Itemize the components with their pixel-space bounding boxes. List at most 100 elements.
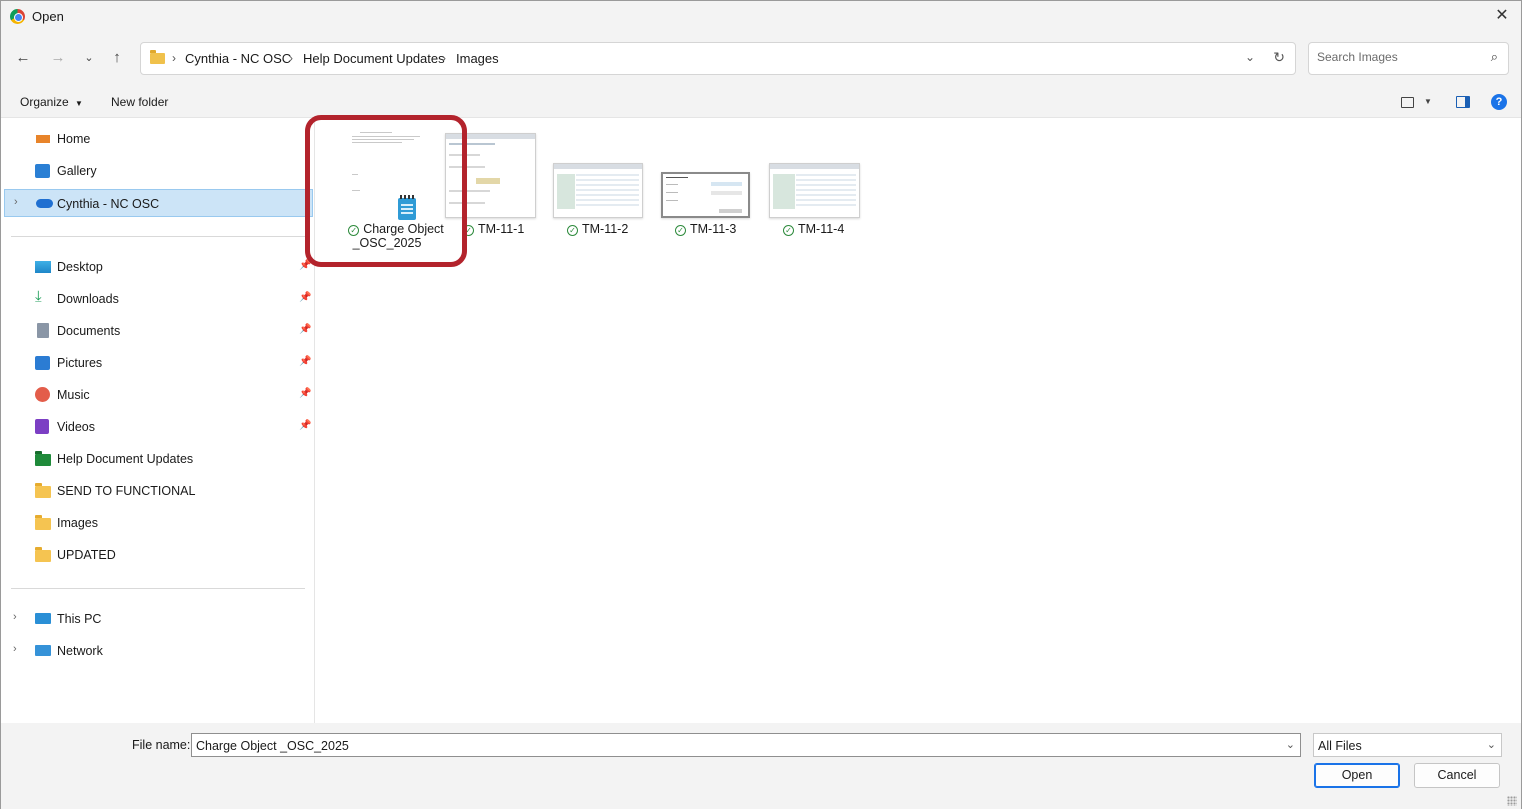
folder-icon (35, 547, 51, 562)
file-name-label: ✓ TM-11-4 (783, 222, 923, 236)
folder-icon (35, 515, 51, 530)
this-pc-icon (35, 613, 51, 624)
sync-status-icon: ✓ (783, 225, 794, 236)
sidebar-item-label: Documents (57, 324, 121, 338)
sidebar-item-pictures[interactable]: Pictures 📌 (1, 349, 315, 377)
resize-grip[interactable] (1507, 796, 1517, 806)
folder-icon (35, 483, 51, 498)
close-button[interactable]: ✕ (1491, 5, 1513, 27)
sidebar-item-label: Network (57, 644, 103, 658)
file-name-value: Charge Object _OSC_2025 (196, 739, 349, 753)
sidebar-item-help-document-updates[interactable]: Help Document Updates (1, 445, 315, 473)
sidebar-item-network[interactable]: › Network (1, 637, 315, 665)
sidebar-item-downloads[interactable]: ⤓ Downloads 📌 (1, 285, 315, 313)
chevron-right-icon[interactable]: › (13, 611, 17, 623)
search-input[interactable] (1317, 50, 1477, 64)
address-bar[interactable]: › Cynthia - NC OSC › Help Document Updat… (140, 42, 1296, 75)
chevron-right-icon: › (172, 51, 176, 65)
footer-bar: File name: Charge Object _OSC_2025 ⌄ All… (1, 723, 1521, 809)
sidebar-item-label: Help Document Updates (57, 452, 194, 466)
sidebar-item-send-to-functional[interactable]: SEND TO FUNCTIONAL (1, 477, 315, 505)
chevron-down-icon: ⌄ (84, 52, 94, 64)
sidebar-item-gallery[interactable]: Gallery (1, 157, 315, 185)
sidebar-item-label: Pictures (57, 356, 103, 370)
view-options-icon[interactable] (1401, 97, 1414, 108)
chevron-down-icon[interactable]: ⌄ (1286, 738, 1295, 751)
recent-locations-button[interactable]: ⌄ (78, 47, 100, 69)
chevron-down-icon: ⌄ (1486, 739, 1496, 751)
pin-icon[interactable]: 📌 (299, 292, 311, 303)
sidebar-item-images[interactable]: Images (1, 509, 315, 537)
dialog-title: Open (32, 9, 64, 24)
sidebar-divider (11, 588, 305, 589)
sidebar-item-music[interactable]: Music 📌 (1, 381, 315, 409)
folder-icon (150, 50, 165, 64)
refresh-icon[interactable]: ↻ (1273, 49, 1285, 66)
sync-status-icon: ✓ (675, 225, 686, 236)
file-item-tm-11-4[interactable]: ✓ TM-11-4 (768, 118, 868, 258)
sidebar-item-this-pc[interactable]: › This PC (1, 605, 315, 633)
network-icon (35, 645, 51, 656)
arrow-up-icon: ↑ (113, 49, 121, 66)
pin-icon[interactable]: 📌 (299, 356, 311, 367)
sidebar-item-label: Downloads (57, 292, 119, 306)
file-type-select[interactable]: All Files ⌄ (1313, 733, 1502, 757)
open-file-dialog: Open ✕ ← → ⌄ ↑ › Cynthia - NC OSC › Help… (0, 0, 1522, 809)
chevron-right-icon[interactable]: › (14, 196, 18, 208)
sidebar-item-videos[interactable]: Videos 📌 (1, 413, 315, 441)
breadcrumb-images[interactable]: Images (456, 51, 499, 66)
sidebar-item-label: Desktop (57, 260, 103, 274)
sidebar-item-label: Music (57, 388, 90, 402)
music-icon (35, 387, 50, 402)
sidebar-item-updated[interactable]: UPDATED (1, 541, 315, 569)
forward-button[interactable]: → (47, 47, 69, 69)
breadcrumb-help-document-updates[interactable]: Help Document Updates (303, 51, 445, 66)
downloads-icon: ⤓ (35, 288, 42, 305)
command-bar: Organize ▼ New folder ▼ ? (1, 87, 1521, 118)
chrome-icon (10, 9, 25, 24)
sidebar-item-home[interactable]: Home (1, 125, 315, 153)
search-icon[interactable]: ⌕ (1491, 49, 1498, 65)
pictures-icon (35, 356, 50, 370)
gallery-icon (35, 164, 50, 178)
breadcrumb-cynthia[interactable]: Cynthia - NC OSC (185, 51, 291, 66)
folder-green-icon (35, 451, 51, 466)
up-button[interactable]: ↑ (106, 47, 128, 69)
new-folder-button[interactable]: New folder (111, 95, 168, 109)
view-dropdown-icon[interactable]: ▼ (1424, 97, 1432, 106)
desktop-icon (35, 261, 51, 273)
videos-icon (35, 419, 49, 434)
file-list: ✓ Charge Object _OSC_2025 ✓ TM-11-1 ✓ TM… (316, 118, 1521, 723)
onedrive-cloud-icon (36, 199, 53, 208)
pin-icon[interactable]: 📌 (299, 420, 311, 431)
open-button[interactable]: Open (1314, 763, 1400, 788)
file-item-tm-11-2[interactable]: ✓ TM-11-2 (552, 118, 652, 258)
back-button[interactable]: ← (12, 47, 34, 69)
sidebar-item-desktop[interactable]: Desktop 📌 (1, 253, 315, 281)
cancel-button[interactable]: Cancel (1414, 763, 1500, 788)
organize-button[interactable]: Organize ▼ (20, 95, 83, 109)
chevron-right-icon[interactable]: › (13, 643, 17, 655)
preview-pane-icon[interactable] (1456, 96, 1470, 108)
navigation-bar: ← → ⌄ ↑ › Cynthia - NC OSC › Help Docume… (1, 31, 1521, 87)
pin-icon[interactable]: 📌 (299, 324, 311, 335)
help-icon[interactable]: ? (1491, 94, 1507, 110)
chevron-right-icon: › (442, 51, 446, 65)
search-box[interactable]: ⌕ (1308, 42, 1509, 75)
file-type-value: All Files (1318, 739, 1362, 753)
file-item-tm-11-3[interactable]: ✓ TM-11-3 (660, 118, 760, 258)
sidebar-item-documents[interactable]: Documents 📌 (1, 317, 315, 345)
sidebar-item-label: Gallery (57, 164, 97, 178)
file-thumbnail (553, 163, 643, 218)
file-name-label: File name: (132, 738, 191, 752)
address-history-dropdown[interactable]: ⌄ (1245, 50, 1255, 64)
file-name-input[interactable]: Charge Object _OSC_2025 ⌄ (191, 733, 1301, 757)
pin-icon[interactable]: 📌 (299, 388, 311, 399)
sync-status-icon: ✓ (567, 225, 578, 236)
navigation-pane: Home Gallery › Cynthia - NC OSC Desktop … (1, 118, 315, 723)
arrow-right-icon: → (50, 49, 66, 66)
sidebar-item-label: Home (57, 132, 91, 146)
sidebar-item-label: Videos (57, 420, 95, 434)
sidebar-item-cynthia-nc-osc[interactable]: › Cynthia - NC OSC (4, 189, 313, 217)
close-icon: ✕ (1495, 7, 1509, 24)
